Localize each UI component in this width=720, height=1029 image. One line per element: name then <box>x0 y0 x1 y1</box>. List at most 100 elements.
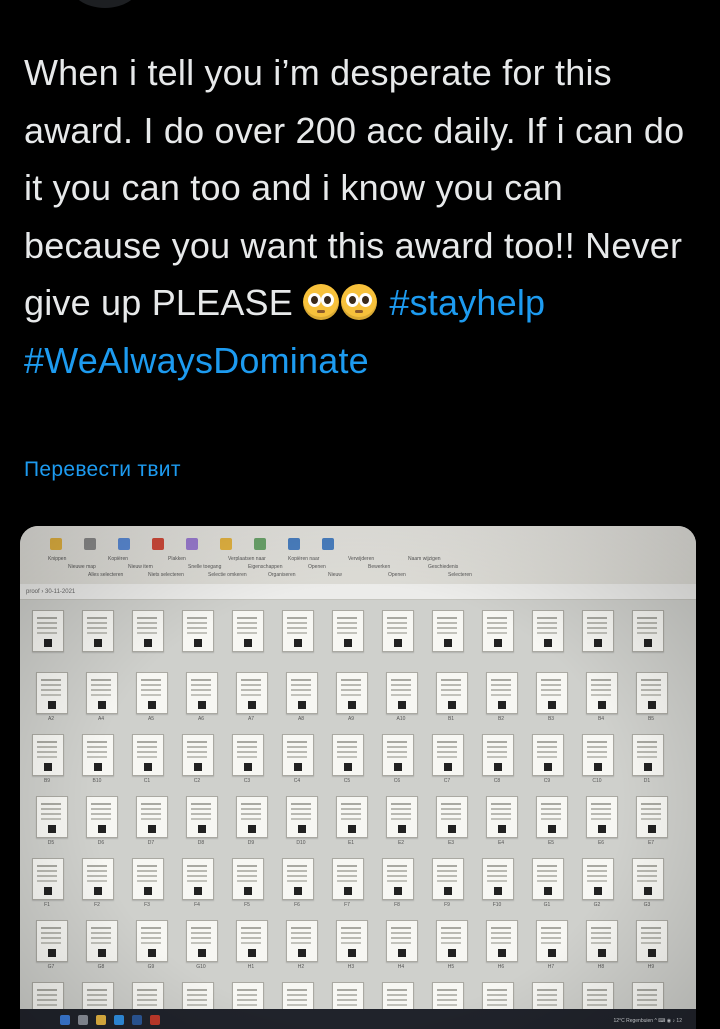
file-item[interactable]: E5 <box>526 792 576 854</box>
file-item[interactable]: D8 <box>176 792 226 854</box>
file-item[interactable]: G9 <box>126 916 176 978</box>
document-thumbnail-icon <box>482 734 514 776</box>
file-item[interactable] <box>572 606 622 668</box>
file-item[interactable]: D5 <box>26 792 76 854</box>
file-item[interactable]: F5 <box>222 854 272 916</box>
file-item[interactable]: B2 <box>476 668 526 730</box>
file-item[interactable]: G3 <box>622 854 672 916</box>
file-item[interactable]: H2 <box>276 916 326 978</box>
file-item[interactable]: B3 <box>526 668 576 730</box>
file-item[interactable] <box>272 606 322 668</box>
file-item[interactable]: C5 <box>322 730 372 792</box>
file-item[interactable]: A9 <box>326 668 376 730</box>
file-item[interactable]: G8 <box>76 916 126 978</box>
explorer-ribbon: Knippen Kopiëren Plakken Verplaatsen naar Ko… <box>20 526 696 585</box>
file-item[interactable] <box>522 606 572 668</box>
file-item[interactable]: C2 <box>172 730 222 792</box>
file-item[interactable]: D1 <box>622 730 672 792</box>
file-item[interactable] <box>172 606 222 668</box>
file-item[interactable]: H4 <box>376 916 426 978</box>
file-item[interactable] <box>22 606 72 668</box>
file-item[interactable] <box>222 606 272 668</box>
document-thumbnail-icon <box>282 858 314 900</box>
file-item[interactable]: B10 <box>72 730 122 792</box>
file-item[interactable]: C9 <box>522 730 572 792</box>
file-item[interactable]: H6 <box>476 916 526 978</box>
file-item[interactable]: D9 <box>226 792 276 854</box>
file-item[interactable]: G7 <box>26 916 76 978</box>
document-thumbnail-icon <box>182 734 214 776</box>
file-item[interactable]: H5 <box>426 916 476 978</box>
file-label: C6 <box>393 778 401 784</box>
file-item[interactable]: G1 <box>522 854 572 916</box>
file-item[interactable]: E7 <box>626 792 676 854</box>
file-item[interactable]: F1 <box>22 854 72 916</box>
file-item[interactable]: B4 <box>576 668 626 730</box>
document-thumbnail-icon <box>286 920 318 962</box>
file-item[interactable]: E3 <box>426 792 476 854</box>
file-item[interactable]: F3 <box>122 854 172 916</box>
document-thumbnail-icon <box>482 610 514 652</box>
file-item[interactable]: A4 <box>76 668 126 730</box>
file-item[interactable] <box>622 606 672 668</box>
ribbon-label: Nieuw <box>328 572 342 578</box>
file-item[interactable]: F8 <box>372 854 422 916</box>
file-item[interactable]: A7 <box>226 668 276 730</box>
file-item[interactable]: C6 <box>372 730 422 792</box>
document-thumbnail-icon <box>86 920 118 962</box>
file-item[interactable]: E4 <box>476 792 526 854</box>
hashtag-stayhelp[interactable]: #stayhelp <box>389 282 545 323</box>
file-item[interactable]: D10 <box>276 792 326 854</box>
file-item[interactable]: H8 <box>576 916 626 978</box>
file-item[interactable]: A5 <box>126 668 176 730</box>
tweet-photo[interactable]: Knippen Kopiëren Plakken Verplaatsen naar Ko… <box>20 526 696 1029</box>
translate-tweet-link[interactable]: Перевести твит <box>24 458 181 482</box>
file-item[interactable]: E2 <box>376 792 426 854</box>
file-item[interactable]: A2 <box>26 668 76 730</box>
file-item[interactable] <box>322 606 372 668</box>
file-item[interactable]: A6 <box>176 668 226 730</box>
document-thumbnail-icon <box>182 610 214 652</box>
file-item[interactable]: D6 <box>76 792 126 854</box>
file-item[interactable]: F4 <box>172 854 222 916</box>
file-item[interactable]: A8 <box>276 668 326 730</box>
document-thumbnail-icon <box>436 796 468 838</box>
file-item[interactable]: H9 <box>626 916 676 978</box>
file-item[interactable]: C3 <box>222 730 272 792</box>
file-item[interactable]: B1 <box>426 668 476 730</box>
file-item[interactable]: H7 <box>526 916 576 978</box>
file-label: F2 <box>94 902 100 908</box>
file-item[interactable] <box>422 606 472 668</box>
file-item[interactable]: B5 <box>626 668 676 730</box>
file-row: D5 D6 D7 D8 D9 D10 E1 E2 E3 E4 E5 E6 E7 <box>26 792 676 854</box>
file-item[interactable]: E1 <box>326 792 376 854</box>
file-item[interactable]: F10 <box>472 854 522 916</box>
file-item[interactable]: C4 <box>272 730 322 792</box>
file-item[interactable]: F6 <box>272 854 322 916</box>
file-item[interactable]: C10 <box>572 730 622 792</box>
file-item[interactable]: C8 <box>472 730 522 792</box>
file-item[interactable]: F7 <box>322 854 372 916</box>
hashtag-wealwaysdominate[interactable]: #WeAlwaysDominate <box>24 340 369 381</box>
file-item[interactable]: B9 <box>22 730 72 792</box>
file-item[interactable]: G2 <box>572 854 622 916</box>
ribbon-label: Niets selecteren <box>148 572 184 578</box>
file-item[interactable]: E6 <box>576 792 626 854</box>
file-item[interactable]: C7 <box>422 730 472 792</box>
ribbon-label: Plakken <box>168 556 186 562</box>
file-item[interactable] <box>472 606 522 668</box>
file-item[interactable]: C1 <box>122 730 172 792</box>
file-item[interactable]: F9 <box>422 854 472 916</box>
file-item[interactable]: H1 <box>226 916 276 978</box>
file-item[interactable] <box>72 606 122 668</box>
file-label: C3 <box>243 778 251 784</box>
file-item[interactable]: G10 <box>176 916 226 978</box>
file-item[interactable]: D7 <box>126 792 176 854</box>
file-label: G8 <box>97 964 105 970</box>
file-item[interactable]: F2 <box>72 854 122 916</box>
file-item[interactable] <box>372 606 422 668</box>
file-item[interactable]: A10 <box>376 668 426 730</box>
file-item[interactable]: H3 <box>326 916 376 978</box>
file-item[interactable] <box>122 606 172 668</box>
avatar[interactable] <box>70 0 140 8</box>
